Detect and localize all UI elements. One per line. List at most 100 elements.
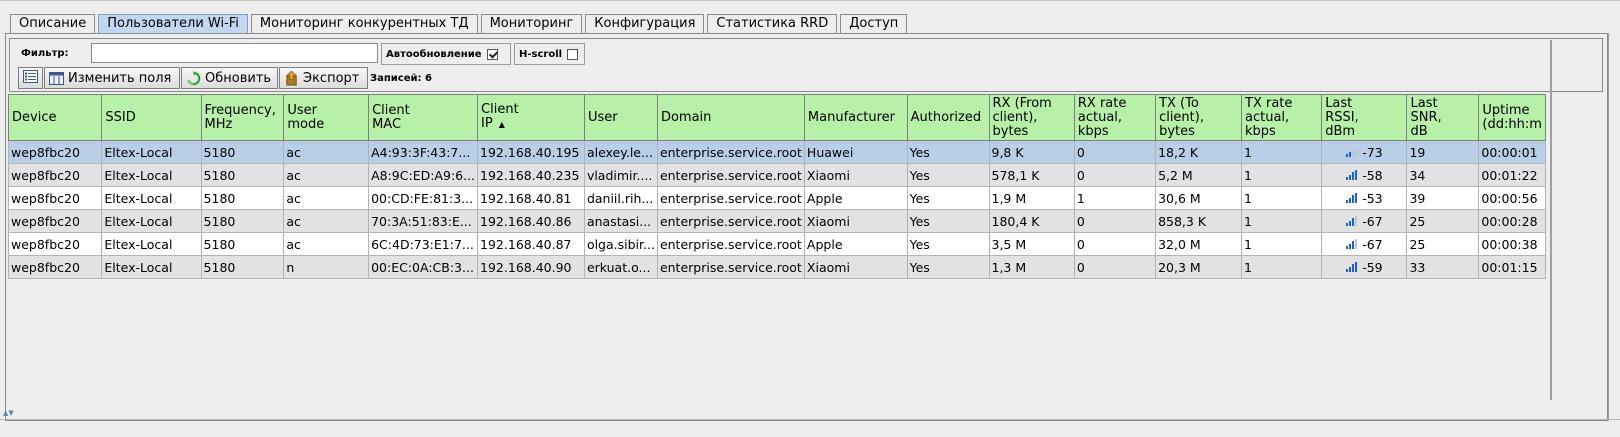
table-cell: 858,3 K [1155, 209, 1243, 233]
table-cell: 00:00:56 [1478, 186, 1546, 210]
column-header-text: Frequency, [204, 102, 276, 118]
column-header-14[interactable]: Last RSSI, dBm [1321, 94, 1408, 141]
table-cell: 5,2 M [1155, 163, 1243, 187]
autorefresh-toggle[interactable]: Автообновление [381, 43, 511, 65]
table-cell: Eltex-Local [101, 255, 202, 279]
table-cell: 192.168.40.81 [477, 186, 585, 210]
table-cell: Yes [906, 232, 990, 256]
table-cell: 00:00:38 [1478, 232, 1546, 256]
column-header-text: actual, [1077, 109, 1123, 125]
table-cell: Eltex-Local [101, 163, 202, 187]
column-header-1[interactable]: SSID [101, 94, 202, 141]
table-cell: -59 [1321, 255, 1408, 279]
table-cell: wep8fbc20 [8, 232, 103, 256]
hscroll-label: H-scroll [519, 48, 563, 60]
hscroll-toggle[interactable]: H-scroll [514, 43, 585, 65]
table-cell: 1,9 M [988, 186, 1075, 210]
column-header-text: client), [1159, 109, 1204, 125]
column-header-text: RX rate [1077, 95, 1127, 111]
tab-3[interactable]: Мониторинг [480, 14, 583, 33]
table-cell: 00:01:22 [1478, 163, 1546, 187]
tab-2[interactable]: Мониторинг конкурентных ТД [250, 14, 478, 33]
column-header-text: dB [1410, 123, 1428, 139]
table-cell: 1 [1241, 232, 1323, 256]
table-cell: 39 [1406, 186, 1480, 210]
table-cell: 25 [1406, 232, 1480, 256]
table-cell: enterprise.service.root [656, 140, 805, 164]
column-header-text: Manufacturer [807, 109, 896, 125]
table-row[interactable]: wep8fbc20 Eltex-Local 5180 n 00:EC:0A:CB:3..… [8, 255, 1546, 279]
table-cell: Huawei [803, 140, 908, 164]
rssi-value: -67 [1362, 213, 1383, 229]
table-cell: vladimir.... [583, 163, 658, 187]
rssi-value: -59 [1362, 259, 1383, 275]
table-row[interactable]: wep8fbc20 Eltex-Local 5180 ac A8:9C:ED:A9:6.… [8, 163, 1546, 187]
tab-6[interactable]: Доступ [840, 14, 908, 33]
filter-input[interactable] [91, 43, 378, 63]
table-cell: wep8fbc20 [8, 186, 103, 210]
export-button[interactable]: Экспорт [279, 67, 368, 89]
column-header-9[interactable]: Authorized [906, 94, 990, 141]
column-header-text: User [287, 102, 318, 118]
table-cell: Yes [906, 209, 990, 233]
list-view-icon [23, 69, 38, 87]
hscroll-checkbox[interactable] [567, 48, 579, 60]
tab-0[interactable]: Описание [10, 14, 96, 33]
column-header-text: IP [481, 116, 493, 131]
table-row[interactable]: wep8fbc20 Eltex-Local 5180 ac 00:CD:FE:81:3.… [8, 186, 1546, 210]
export-label: Экспорт [303, 70, 360, 86]
table-cell: enterprise.service.root [656, 186, 805, 210]
column-header-text: TX (To [1159, 95, 1199, 111]
table-cell: alexey.le... [583, 140, 658, 164]
table-cell: 1 [1241, 209, 1323, 233]
column-header-13[interactable]: TX rate actual, kbps [1241, 94, 1323, 141]
column-view-button[interactable] [18, 67, 43, 89]
table-cell: Eltex-Local [101, 209, 202, 233]
table-row[interactable]: wep8fbc20 Eltex-Local 5180 ac A4:93:3F:43:7.… [8, 140, 1546, 164]
table-cell: wep8fbc20 [8, 140, 103, 164]
refresh-button[interactable]: Обновить [181, 67, 278, 89]
table-cell: 192.168.40.195 [477, 140, 585, 164]
table-cell: 70:3A:51:83:E... [368, 209, 479, 233]
column-header-text: kbps [1077, 123, 1109, 139]
edit-fields-button[interactable]: Изменить поля [44, 67, 180, 89]
column-header-7[interactable]: Domain [656, 94, 805, 141]
table-cell: ac [283, 232, 370, 256]
column-header-5[interactable]: Client IP ▲ [477, 94, 585, 141]
rssi-value: -53 [1362, 190, 1383, 206]
column-header-text: Client [372, 102, 410, 118]
tab-5[interactable]: Статистика RRD [707, 14, 838, 33]
rssi-cell: -67 [1324, 214, 1404, 229]
column-header-12[interactable]: TX (To client), bytes [1155, 94, 1243, 141]
column-header-4[interactable]: Client MAC [368, 94, 479, 141]
tab-1[interactable]: Пользователи Wi-Fi [98, 14, 248, 33]
split-pane-arrows-icon[interactable]: ▲▼ [3, 410, 14, 417]
table-cell: 32,0 M [1155, 232, 1243, 256]
table-row[interactable]: wep8fbc20 Eltex-Local 5180 ac 70:3A:51:83:E.… [8, 209, 1546, 233]
table-row[interactable]: wep8fbc20 Eltex-Local 5180 ac 6C:4D:73:E1:7.… [8, 232, 1546, 256]
column-header-11[interactable]: RX rate actual, kbps [1073, 94, 1157, 141]
column-header-16[interactable]: Uptime (dd:hh:m [1478, 94, 1546, 141]
column-header-3[interactable]: User mode [283, 94, 370, 141]
table-cell: enterprise.service.root [656, 209, 805, 233]
column-header-0[interactable]: Device [8, 94, 103, 141]
column-header-2[interactable]: Frequency, MHz [200, 94, 285, 141]
table-cell: 1 [1241, 140, 1323, 164]
column-header-15[interactable]: Last SNR, dB [1406, 94, 1480, 141]
column-header-10[interactable]: RX (From client), bytes [988, 94, 1075, 141]
tab-4[interactable]: Конфигурация [585, 14, 705, 33]
table-cell: 5180 [200, 255, 285, 279]
table-cell: 5180 [200, 140, 285, 164]
table-cell: erkuat.o... [583, 255, 658, 279]
table-cell: Yes [906, 140, 990, 164]
autorefresh-checkbox[interactable] [486, 48, 498, 60]
wifi-users-table-viewport[interactable]: Device SSID Frequency, MHz User mode Client MAC… [8, 94, 1546, 284]
edit-fields-label: Изменить поля [68, 70, 172, 86]
table-cell: 180,4 K [988, 209, 1075, 233]
table-cell: wep8fbc20 [8, 209, 103, 233]
table-cell: enterprise.service.root [656, 255, 805, 279]
column-header-6[interactable]: User [583, 94, 658, 141]
table-cell: ac [283, 209, 370, 233]
column-header-8[interactable]: Manufacturer [803, 94, 908, 141]
table-cell: 00:EC:0A:CB:3... [368, 255, 479, 279]
